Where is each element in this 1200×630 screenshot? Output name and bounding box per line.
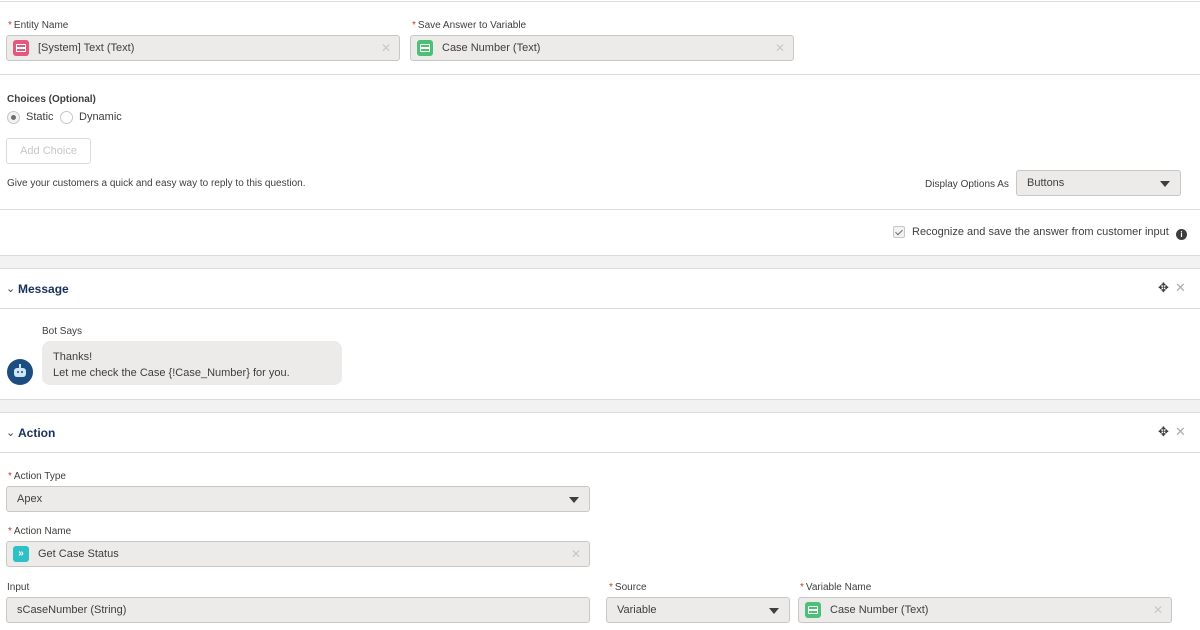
input-field: sCaseNumber (String) xyxy=(6,597,590,623)
variable-name-value: Case Number (Text) xyxy=(830,604,929,616)
divider xyxy=(0,452,1200,453)
source-label: * Source xyxy=(609,582,647,593)
static-radio-label[interactable]: Static xyxy=(26,111,54,123)
choices-heading: Choices (Optional) xyxy=(7,94,96,105)
variable-icon xyxy=(417,40,433,56)
action-name-field[interactable]: » Get Case Status ✕ xyxy=(6,541,590,567)
section-separator xyxy=(0,255,1200,269)
chevron-down-icon xyxy=(569,497,579,503)
bot-message-line: Thanks! xyxy=(53,351,93,363)
bot-message-line: Let me check the Case {!Case_Number} for… xyxy=(53,367,290,379)
add-choice-button[interactable]: Add Choice xyxy=(6,138,91,164)
input-label: Input xyxy=(7,582,30,593)
source-value: Variable xyxy=(617,604,657,616)
collapse-chevron-icon[interactable]: ⌄ xyxy=(6,426,15,439)
divider xyxy=(0,308,1200,309)
action-type-select[interactable]: Apex xyxy=(6,486,590,512)
text-entity-icon xyxy=(13,40,29,56)
variable-icon xyxy=(805,602,821,618)
bot-message-bubble[interactable]: Thanks! Let me check the Case {!Case_Num… xyxy=(42,341,342,385)
action-section-title[interactable]: Action xyxy=(18,426,55,440)
apex-action-icon: » xyxy=(13,546,29,562)
recognize-checkbox[interactable] xyxy=(893,226,905,238)
entity-name-label: * Entity Name xyxy=(8,20,69,31)
static-radio[interactable] xyxy=(7,111,20,124)
divider xyxy=(0,74,1200,75)
input-value: sCaseNumber (String) xyxy=(17,604,127,616)
save-variable-label: * Save Answer to Variable xyxy=(412,20,527,31)
action-name-value: Get Case Status xyxy=(38,548,119,560)
collapse-chevron-icon[interactable]: ⌄ xyxy=(6,282,15,295)
bot-avatar-icon xyxy=(7,359,33,385)
display-options-select[interactable]: Buttons xyxy=(1016,170,1181,196)
source-select[interactable]: Variable xyxy=(606,597,790,623)
chevron-down-icon xyxy=(769,608,779,614)
action-type-label: * Action Type xyxy=(8,471,66,482)
dynamic-radio[interactable] xyxy=(60,111,73,124)
action-type-value: Apex xyxy=(17,493,43,505)
clear-icon[interactable]: ✕ xyxy=(381,41,391,55)
recognize-label: Recognize and save the answer from custo… xyxy=(912,226,1169,238)
save-variable-value: Case Number (Text) xyxy=(442,42,541,54)
display-options-label: Display Options As xyxy=(925,179,1009,190)
clear-icon[interactable]: ✕ xyxy=(571,547,581,561)
move-icon[interactable]: ✥ xyxy=(1158,424,1169,440)
move-icon[interactable]: ✥ xyxy=(1158,280,1169,296)
variable-name-label: * Variable Name xyxy=(800,582,872,593)
save-variable-field[interactable]: Case Number (Text) ✕ xyxy=(410,35,794,61)
chevron-down-icon xyxy=(1160,181,1170,187)
message-section-title[interactable]: Message xyxy=(18,282,69,296)
clear-icon[interactable]: ✕ xyxy=(775,41,785,55)
section-separator xyxy=(0,399,1200,413)
clear-icon[interactable]: ✕ xyxy=(1153,603,1163,617)
variable-name-field[interactable]: Case Number (Text) ✕ xyxy=(798,597,1172,623)
entity-name-field[interactable]: [System] Text (Text) ✕ xyxy=(6,35,400,61)
info-icon[interactable]: i xyxy=(1176,229,1187,240)
action-name-label: * Action Name xyxy=(8,526,72,537)
entity-name-value: [System] Text (Text) xyxy=(38,42,135,54)
display-options-value: Buttons xyxy=(1027,177,1065,189)
divider xyxy=(0,209,1200,210)
close-icon[interactable]: ✕ xyxy=(1175,424,1186,440)
close-icon[interactable]: ✕ xyxy=(1175,280,1186,296)
bot-says-label: Bot Says xyxy=(42,326,83,337)
dynamic-radio-label[interactable]: Dynamic xyxy=(79,111,122,123)
top-divider xyxy=(0,1,1200,2)
choices-helper-text: Give your customers a quick and easy way… xyxy=(7,178,306,189)
